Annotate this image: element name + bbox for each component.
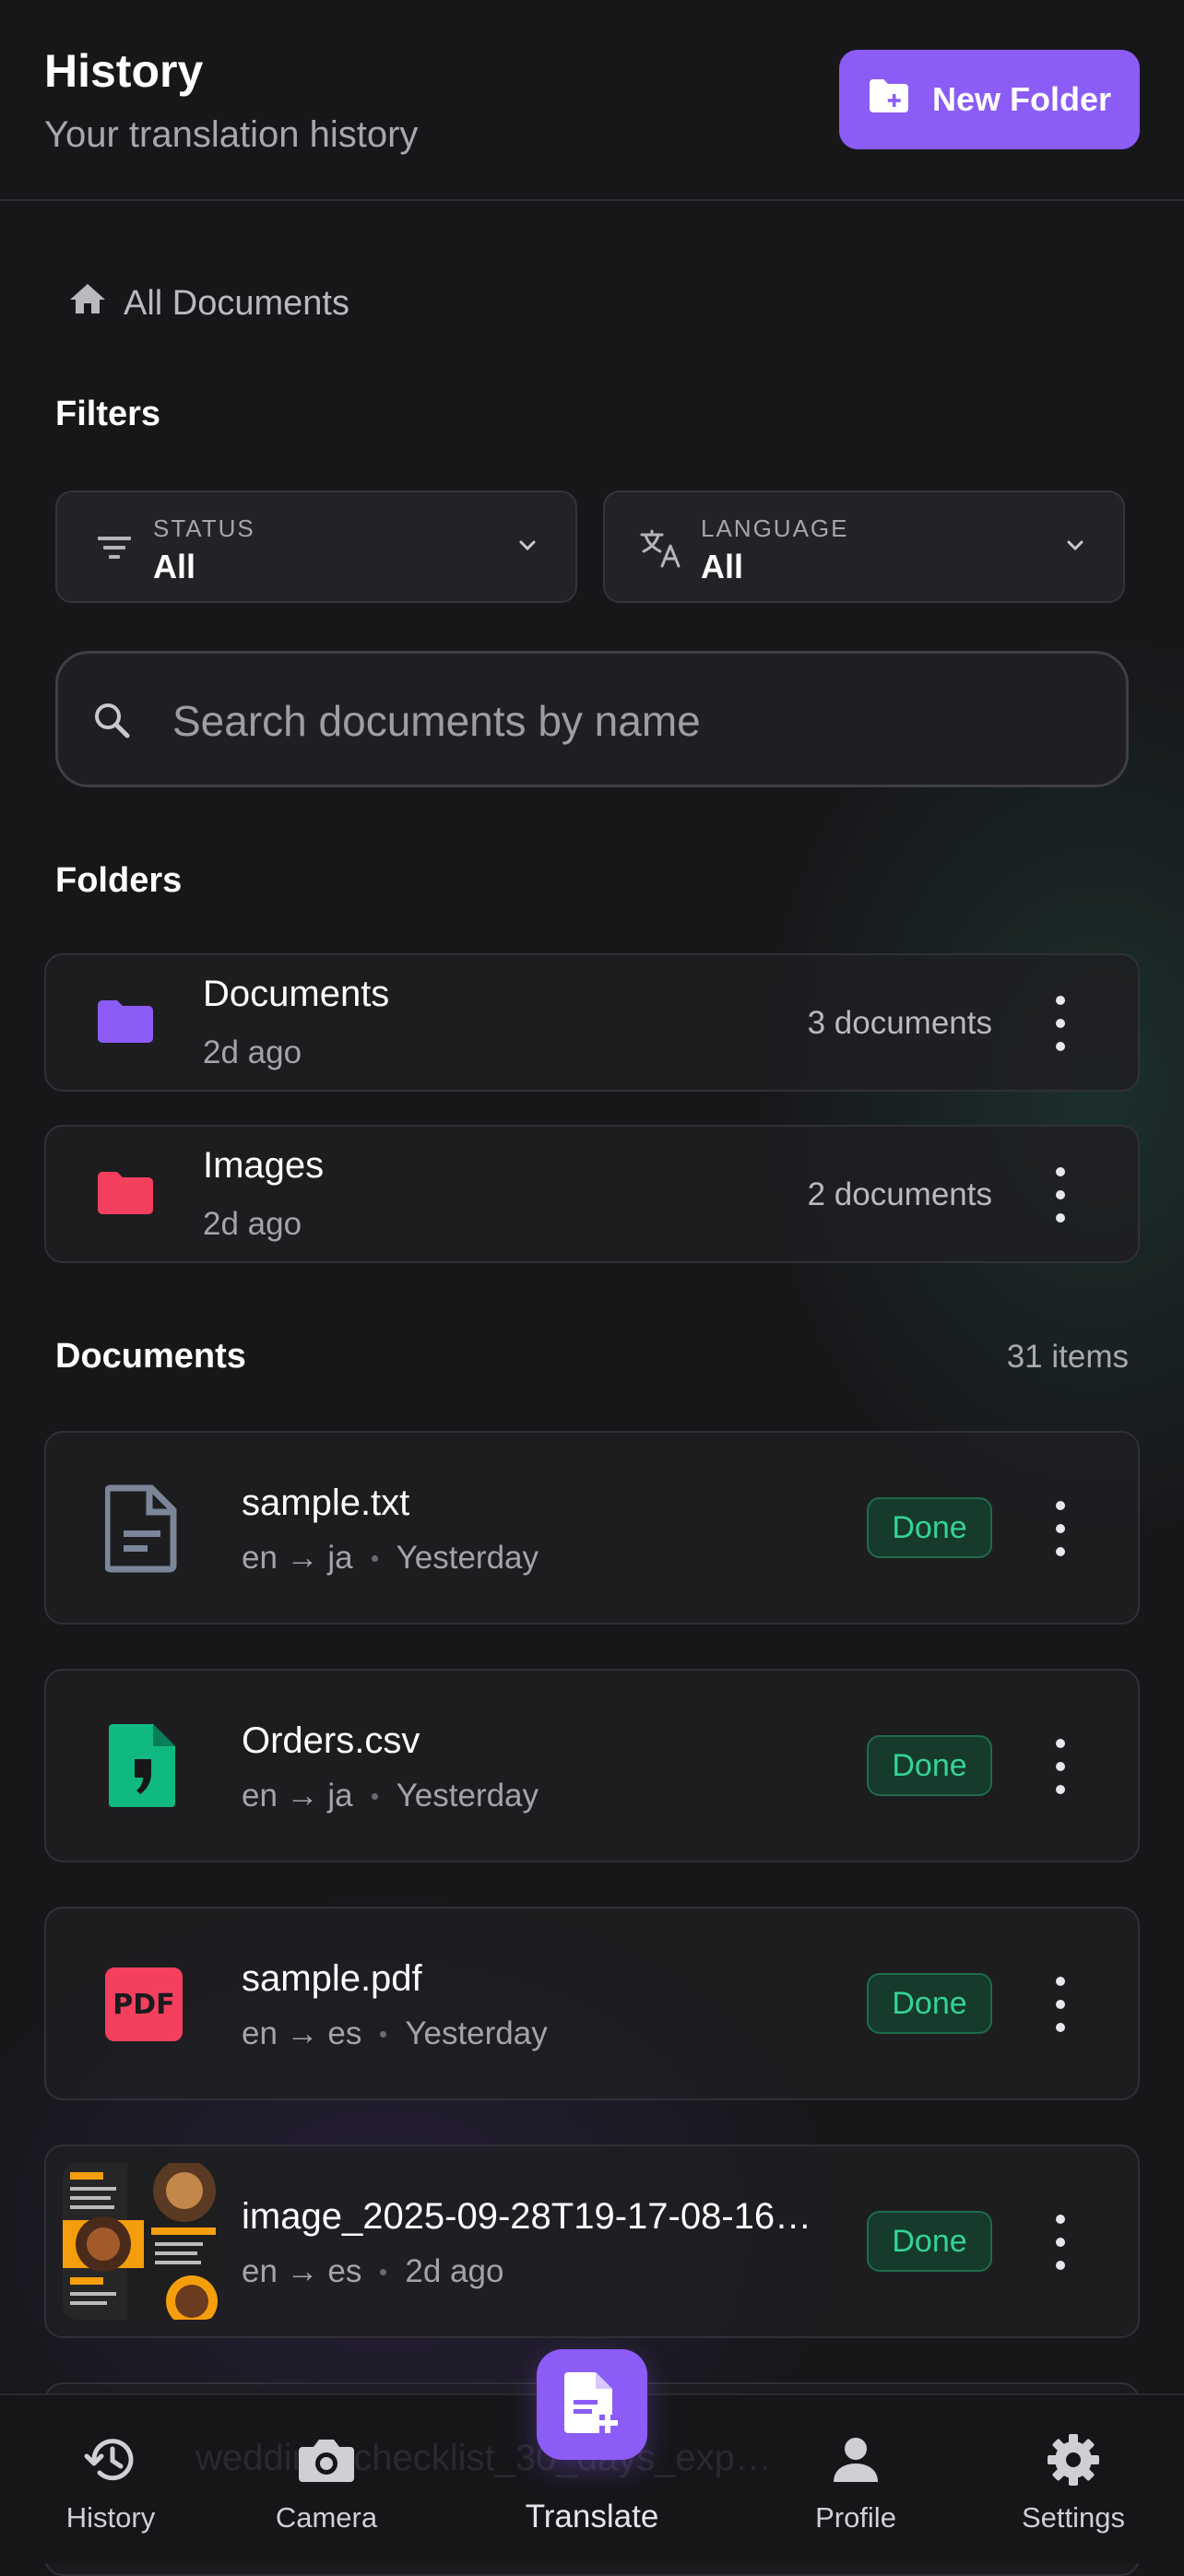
search-icon xyxy=(91,700,134,747)
folder-icon xyxy=(96,998,155,1050)
csv-file-icon xyxy=(107,1722,177,1814)
search-input[interactable] xyxy=(171,681,1096,761)
tab-settings-label: Settings xyxy=(1021,2501,1125,2534)
status-filter-label: STATUS xyxy=(153,514,255,542)
document-row[interactable]: Orders.csv en → ja Yesterday Done xyxy=(44,1669,1140,1862)
pdf-file-icon: PDF xyxy=(105,1967,183,2041)
document-time: Yesterday xyxy=(405,2015,548,2051)
document-row[interactable]: image_2025-09-28T19-17-08-16… en → es 2d… xyxy=(44,2145,1140,2338)
more-options-icon[interactable] xyxy=(1051,996,1070,1051)
folders-title: Folders xyxy=(55,861,183,900)
more-options-icon[interactable] xyxy=(1051,1739,1070,1794)
status-filter-dropdown[interactable]: STATUS All xyxy=(55,490,577,603)
folder-date: 2d ago xyxy=(203,1034,302,1070)
text-file-icon xyxy=(103,1484,179,1578)
chevron-down-icon xyxy=(515,533,540,563)
separator-dot xyxy=(380,2268,387,2275)
document-name: Orders.csv xyxy=(242,1720,420,1761)
translate-icon xyxy=(638,526,684,576)
tab-profile[interactable]: Profile xyxy=(773,2432,939,2535)
folder-date: 2d ago xyxy=(203,1206,302,1242)
image-thumbnail xyxy=(63,2163,219,2320)
document-meta: en → es 2d ago xyxy=(242,2253,503,2290)
filter-icon xyxy=(94,527,135,573)
translate-fab-button[interactable] xyxy=(537,2349,647,2460)
page-subtitle: Your translation history xyxy=(44,114,419,155)
tab-history-label: History xyxy=(65,2501,156,2534)
tab-camera-label: Camera xyxy=(275,2501,378,2534)
language-filter-dropdown[interactable]: LANGUAGE All xyxy=(603,490,1125,603)
document-time: Yesterday xyxy=(396,1778,539,1814)
tab-translate-label: Translate xyxy=(525,2499,659,2535)
status-badge: Done xyxy=(867,1735,992,1796)
document-name: sample.txt xyxy=(242,1483,410,1523)
folder-name: Documents xyxy=(203,974,390,1014)
separator-dot xyxy=(371,1554,378,1562)
status-badge: Done xyxy=(867,2211,992,2272)
more-options-icon[interactable] xyxy=(1051,2215,1070,2270)
more-options-icon[interactable] xyxy=(1051,1167,1070,1223)
folder-row[interactable]: Documents 2d ago 3 documents xyxy=(44,953,1140,1092)
chevron-down-icon xyxy=(1062,533,1088,563)
language-pair: en → ja xyxy=(242,1540,353,1576)
folder-plus-icon xyxy=(868,77,910,123)
language-filter-label: LANGUAGE xyxy=(701,514,849,542)
document-meta: en → es Yesterday xyxy=(242,2015,548,2052)
document-name: sample.pdf xyxy=(242,1958,422,1999)
language-pair: en → es xyxy=(242,2015,362,2051)
new-folder-button[interactable]: New Folder xyxy=(839,50,1140,149)
camera-icon xyxy=(297,2440,356,2491)
document-row[interactable]: sample.txt en → ja Yesterday Done xyxy=(44,1431,1140,1625)
document-name: image_2025-09-28T19-17-08-16… xyxy=(242,2196,812,2237)
language-pair: en → ja xyxy=(242,1778,353,1814)
documents-count: 31 items xyxy=(1006,1339,1129,1375)
document-plus-icon xyxy=(562,2370,622,2440)
tab-camera[interactable]: Camera xyxy=(243,2432,409,2535)
folder-icon xyxy=(96,1169,155,1222)
more-options-icon[interactable] xyxy=(1051,1501,1070,1556)
tab-settings[interactable]: Settings xyxy=(990,2432,1156,2535)
folder-count: 3 documents xyxy=(807,1005,992,1041)
gear-icon xyxy=(1044,2434,1103,2491)
breadcrumb-label: All Documents xyxy=(124,283,349,323)
document-row[interactable]: PDF sample.pdf en → es Yesterday Done xyxy=(44,1907,1140,2100)
language-filter-value: All xyxy=(701,548,744,585)
separator-dot xyxy=(380,2030,387,2038)
more-options-icon[interactable] xyxy=(1051,1977,1070,2032)
separator-dot xyxy=(371,1792,378,1800)
documents-title: Documents xyxy=(55,1337,246,1376)
page-title: History xyxy=(44,45,204,97)
folder-row[interactable]: Images 2d ago 2 documents xyxy=(44,1125,1140,1263)
history-icon xyxy=(81,2439,140,2491)
filters-title: Filters xyxy=(55,395,161,433)
status-filter-value: All xyxy=(153,548,196,585)
document-time: 2d ago xyxy=(405,2253,504,2289)
document-time: Yesterday xyxy=(396,1540,539,1576)
folder-count: 2 documents xyxy=(807,1176,992,1212)
language-pair: en → es xyxy=(242,2253,362,2289)
document-meta: en → ja Yesterday xyxy=(242,1778,539,1814)
search-box[interactable] xyxy=(55,651,1129,787)
breadcrumb[interactable]: All Documents xyxy=(68,282,349,325)
status-badge: Done xyxy=(867,1497,992,1558)
person-icon xyxy=(826,2438,885,2491)
app-header: History Your translation history New Fol… xyxy=(0,0,1184,201)
document-meta: en → ja Yesterday xyxy=(242,1540,539,1577)
new-folder-label: New Folder xyxy=(931,80,1112,118)
pdf-icon-text: PDF xyxy=(105,1967,183,2041)
tab-history[interactable]: History xyxy=(28,2432,194,2535)
folder-name: Images xyxy=(203,1145,325,1186)
status-badge: Done xyxy=(867,1973,992,2034)
tab-profile-label: Profile xyxy=(815,2501,896,2534)
home-icon xyxy=(68,282,107,325)
